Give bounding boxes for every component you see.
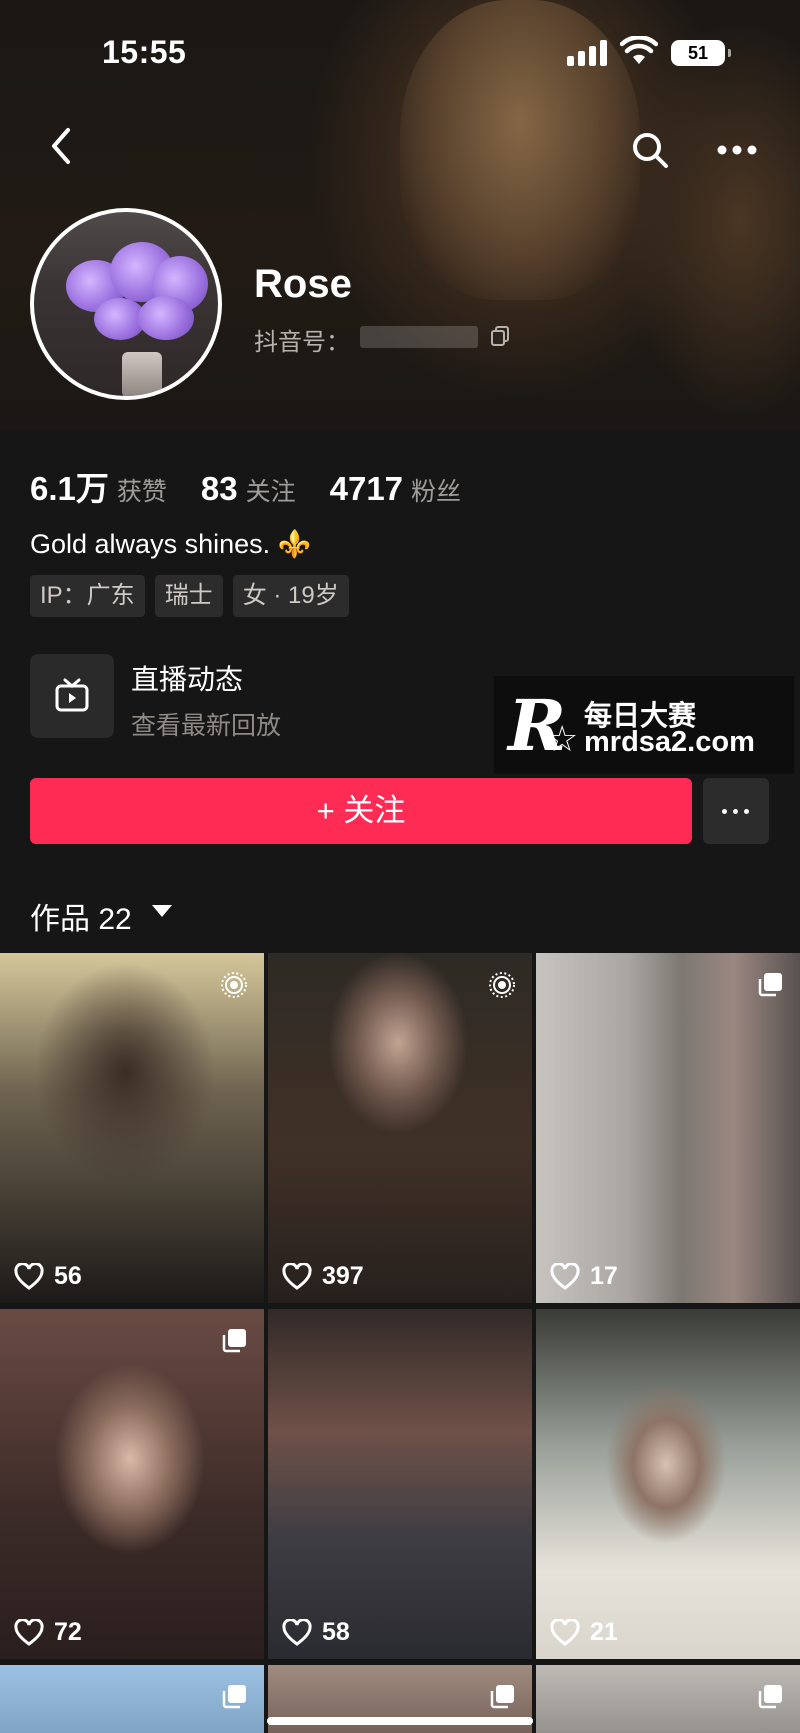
- avatar[interactable]: [30, 208, 222, 400]
- multi-image-icon: [222, 1329, 246, 1353]
- video-tile[interactable]: 17: [536, 953, 800, 1303]
- home-indicator[interactable]: [267, 1717, 533, 1725]
- follow-button[interactable]: + 关注: [30, 778, 692, 844]
- wifi-icon: [620, 36, 658, 64]
- live-subtitle: 查看最新回放: [131, 712, 282, 740]
- profile-tags: IP：广东 瑞士 女 · 19岁: [30, 575, 349, 617]
- tag-gender-age: 女 · 19岁: [232, 575, 349, 617]
- like-count-value: 17: [590, 1262, 618, 1290]
- video-tile[interactable]: 397: [268, 953, 532, 1303]
- video-tile[interactable]: 21: [536, 1309, 800, 1659]
- like-count-value: 56: [54, 1262, 82, 1290]
- stat-following[interactable]: 83 关注: [201, 470, 296, 508]
- multi-image-icon: [758, 973, 782, 997]
- live-photo-icon: [489, 972, 515, 998]
- video-tile[interactable]: [0, 1665, 264, 1733]
- video-tile[interactable]: [536, 1665, 800, 1733]
- multi-image-icon: [490, 1685, 514, 1709]
- heart-icon: [550, 1618, 580, 1646]
- status-time: 15:55: [102, 34, 187, 70]
- live-replay-button[interactable]: [30, 654, 114, 738]
- tag-location: 瑞士: [154, 575, 223, 617]
- multi-image-icon: [758, 1685, 782, 1709]
- multi-image-icon: [222, 1685, 246, 1709]
- stat-label: 粉丝: [411, 478, 462, 506]
- stat-value: 83: [200, 470, 238, 507]
- like-count-value: 21: [590, 1618, 618, 1646]
- douyin-id-label: 抖音号：: [254, 329, 350, 356]
- cellular-signal-icon: [567, 40, 609, 66]
- works-tab[interactable]: 作品 22: [30, 894, 132, 938]
- like-count-value: 58: [322, 1618, 350, 1646]
- like-count: 17: [550, 1262, 618, 1291]
- profile-name: Rose: [254, 262, 352, 306]
- stat-value: 4717: [329, 470, 404, 507]
- back-arrow-icon[interactable]: [42, 124, 82, 168]
- battery-icon: 51: [671, 40, 731, 66]
- douyin-id-value-masked: [360, 326, 478, 348]
- tag-ip: IP：广东: [30, 575, 145, 617]
- heart-icon: [14, 1618, 44, 1646]
- video-tile[interactable]: 72: [0, 1309, 264, 1659]
- video-tile[interactable]: 58: [268, 1309, 532, 1659]
- search-icon[interactable]: [630, 130, 670, 170]
- stat-label: 获赞: [116, 478, 167, 506]
- heart-icon: [14, 1262, 44, 1290]
- more-actions-button[interactable]: [703, 778, 769, 844]
- star-icon: ☆: [546, 718, 579, 759]
- profile-stats: 6.1万 获赞 83 关注 4717 粉丝: [30, 462, 495, 510]
- like-count: 56: [14, 1262, 82, 1291]
- like-count-value: 397: [322, 1262, 364, 1290]
- watermark: R ☆ 每日大赛 mrdsa2.com: [494, 676, 794, 774]
- tv-icon: [55, 678, 89, 712]
- more-options-icon[interactable]: [716, 142, 758, 158]
- live-photo-icon: [221, 972, 247, 998]
- video-tile[interactable]: 56: [0, 953, 264, 1303]
- like-count: 58: [282, 1618, 350, 1647]
- copy-icon[interactable]: [490, 325, 510, 347]
- caret-down-icon[interactable]: [152, 905, 172, 917]
- like-count-value: 72: [54, 1618, 82, 1646]
- like-count: 21: [550, 1618, 618, 1647]
- live-title[interactable]: 直播动态: [131, 658, 243, 698]
- stat-label: 关注: [245, 478, 296, 506]
- heart-icon: [550, 1262, 580, 1290]
- like-count: 397: [282, 1262, 364, 1291]
- heart-icon: [282, 1262, 312, 1290]
- stat-value: 6.1万: [30, 470, 109, 507]
- stat-followers[interactable]: 4717 粉丝: [330, 470, 461, 508]
- profile-bio: Gold always shines. ⚜️: [30, 529, 312, 559]
- watermark-url: mrdsa2.com: [584, 726, 755, 758]
- stat-likes[interactable]: 6.1万 获赞: [30, 462, 167, 510]
- heart-icon: [282, 1618, 312, 1646]
- like-count: 72: [14, 1618, 82, 1647]
- status-bar: 15:55 51: [0, 0, 800, 100]
